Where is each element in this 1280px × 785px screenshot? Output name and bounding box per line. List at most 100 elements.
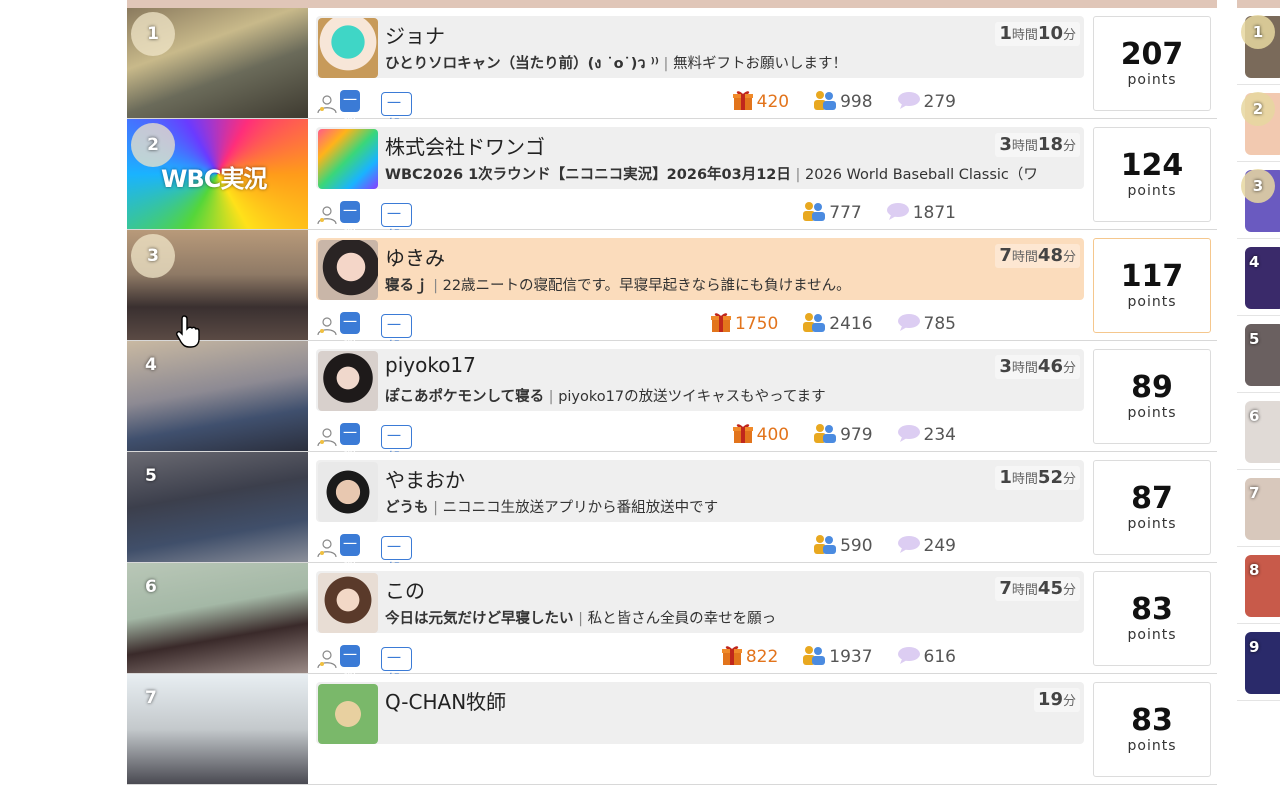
category-tag[interactable]: 一般(その他) [381,92,413,200]
sidebar-ranking-item[interactable]: 3 [1237,162,1280,239]
ranking-row[interactable]: 6この今日は元気だけど早寝したい | 私と皆さん全員の幸せを願っ7時間45分一般… [127,563,1217,755]
comment-value: 616 [923,647,956,667]
hours-unit: 時間 [1011,583,1038,598]
elapsed-hours: 7 [999,245,1012,266]
ranking-row[interactable]: 5 やまおかどうも | ニコニコ生放送アプリから番組放送中です 1時間52分一般一般… [127,452,1217,644]
sidebar-ranking-item[interactable]: 7 [1237,470,1280,547]
ranking-row[interactable]: 3 ゆきみ寝るｊ | 22歳ニートの寝配信です。早寝早起きなら誰にも負けません。 7… [127,230,1217,422]
stream-info-card[interactable]: piyoko17 ぽこあポケモンして寝る | piyoko17の放送ツイキャスもや… [316,349,1084,411]
elapsed-time: 19 分 [1033,688,1080,712]
stream-info-card[interactable]: やまおかどうも | ニコニコ生放送アプリから番組放送中です 1 時間 52 分 [316,460,1084,522]
stream-thumbnail[interactable]: 5 [127,452,308,562]
comment-count: 1871 [886,202,956,225]
ranking-row[interactable]: 1 ジョナ ひとりソロキャン（当たり前）(ง ˙o˙)ว ⁾⁾ | 無料ギフトお願い… [127,8,1217,200]
stream-thumbnail[interactable]: 1 [127,8,308,118]
sidebar-ranking-item[interactable]: 9 [1237,624,1280,701]
stream-thumbnail[interactable]: 7 [127,674,308,784]
stream-subtitle: 無料ギフトお願いします！ [673,56,848,72]
elapsed-hours: 1 [999,23,1012,44]
broadcaster-name[interactable]: ジョナ [385,20,445,49]
stream-thumbnail[interactable]: 4 [127,341,308,451]
comment-count: 616 [897,646,956,669]
broadcaster-avatar[interactable] [318,240,378,300]
hours-unit: 時間 [1011,28,1038,43]
minutes-unit: 分 [1062,250,1076,265]
stream-info-card[interactable]: Q-CHAN牧師 19 分 [316,682,1084,744]
category-badge[interactable]: 一般 [340,312,360,353]
elapsed-time: 1 時間 52 分 [995,466,1080,490]
stream-thumbnail[interactable]: 6 [127,563,308,673]
rank-number: 6 [145,577,157,597]
elapsed-minutes: 46 [1037,356,1063,377]
gift-icon [721,644,746,671]
stream-description: どうも | ニコニコ生放送アプリから番組放送中です [385,496,1075,517]
stream-thumbnail[interactable]: 2 WBC実況 [127,119,308,229]
broadcaster-avatar[interactable] [318,573,378,633]
comment-value: 279 [923,92,956,112]
minutes-unit: 分 [1062,583,1076,598]
elapsed-minutes: 10 [1037,23,1063,44]
user-level-icon [316,538,338,558]
elapsed-hours: 3 [999,134,1012,155]
ranking-row[interactable]: 4 piyoko17 ぽこあポケモンして寝る | piyoko17の放送ツイキャスも… [127,341,1217,533]
broadcaster-name[interactable]: Q-CHAN牧師 [385,686,506,715]
ranking-row[interactable]: 2 WBC実況 株式会社ドワンゴ WBC2026 1次ラウンド【ニコニコ実況】2026… [127,119,1217,311]
points-value: 83 [1131,592,1173,627]
gift-icon [732,422,757,449]
sidebar-ranking-item[interactable]: 8 [1237,547,1280,624]
stream-title: どうも [385,500,429,516]
stream-info-card[interactable]: ジョナ ひとりソロキャン（当たり前）(ง ˙o˙)ว ⁾⁾ | 無料ギフトお願いし… [316,16,1084,78]
points-box: 83 points [1093,682,1211,777]
broadcaster-name[interactable]: piyoko17 [385,353,476,377]
category-badge[interactable]: 一般 [340,534,360,575]
broadcaster-name[interactable]: やまおか [385,464,465,493]
elapsed-hours: 3 [999,356,1012,377]
gift-value: 1750 [735,314,779,334]
stream-thumbnail[interactable]: 3 [127,230,308,340]
broadcaster-avatar[interactable] [318,684,378,744]
sidebar-ranking-item[interactable]: 4 [1237,239,1280,316]
category-tag[interactable]: 一般(その他) [381,425,413,533]
comment-value: 249 [923,536,956,556]
stream-subtitle: 私と皆さん全員の幸せを願っ [587,611,777,627]
category-tag[interactable]: 一般(その他) [381,536,413,644]
category-tag[interactable]: 一般(その他) [381,647,413,755]
elapsed-time: 7 時間 45 分 [995,577,1080,601]
category-badge[interactable]: 一般 [340,201,360,242]
stream-stats: 400 979 234 [708,423,956,447]
minutes-unit: 分 [1062,28,1076,43]
broadcaster-name[interactable]: ゆきみ [385,242,445,271]
stream-info-card[interactable]: この 今日は元気だけど早寝したい | 私と皆さん全員の幸せを願っ 7 時間 45 分 [316,571,1084,633]
sidebar-rank-number: 4 [1249,253,1260,271]
points-value: 87 [1131,481,1173,516]
category-badge[interactable]: 一般 [340,423,360,464]
sidebar-ranking-item[interactable]: 5 [1237,316,1280,393]
ranking-header-band [127,0,1217,8]
stream-title: WBC2026 1次ラウンド【ニコニコ実況】2026年03月12日 [385,167,791,183]
sidebar-rank-number: 6 [1249,407,1260,425]
sidebar-rank-number: 1 [1241,15,1275,49]
points-label: points [1127,516,1177,532]
stream-info-card[interactable]: 株式会社ドワンゴ WBC2026 1次ラウンド【ニコニコ実況】2026年03月12… [316,127,1084,189]
ranking-row[interactable]: 7 Q-CHAN牧師 19 分 83 points [127,674,1217,785]
stream-description: 寝るｊ | 22歳ニートの寝配信です。早寝早起きなら誰にも負けません。 [385,274,1075,295]
separator: | [428,500,443,516]
category-badge[interactable]: 一般 [340,90,360,131]
broadcaster-avatar[interactable] [318,351,378,411]
sidebar-ranking-item[interactable]: 6 [1237,393,1280,470]
sidebar-ranking-item[interactable]: 2 [1237,85,1280,162]
broadcaster-avatar[interactable] [318,129,378,189]
sidebar-ranking-item[interactable]: 1 [1237,8,1280,85]
broadcaster-name[interactable]: この [385,575,425,604]
broadcaster-avatar[interactable] [318,462,378,522]
broadcaster-name[interactable]: 株式会社ドワンゴ [385,131,545,160]
separator: | [790,167,806,183]
stream-title: 今日は元気だけど早寝したい [385,611,574,627]
stream-subtitle: ニコニコ生放送アプリから番組放送中です [442,500,719,516]
category-badge[interactable]: 一般 [340,645,360,686]
broadcaster-avatar[interactable] [318,18,378,78]
mouse-cursor-hand-icon [176,315,200,348]
category-tag[interactable]: 一般(その他) [381,203,413,311]
category-tag[interactable]: 一般(その他) [381,314,413,422]
stream-info-card[interactable]: ゆきみ 寝るｊ | 22歳ニートの寝配信です。早寝早起きなら誰にも負けません。 7 時… [316,238,1084,300]
